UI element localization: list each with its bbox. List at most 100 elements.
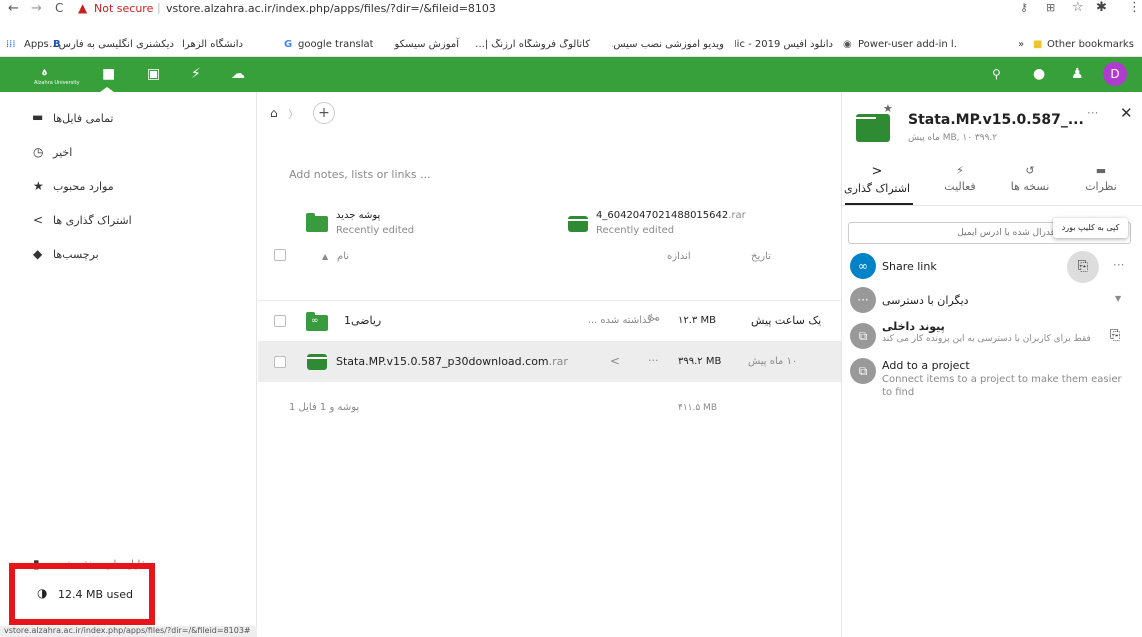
column-header-size[interactable]: اندازه (667, 251, 691, 262)
bookmark-dictionary[interactable]: دیکشنری انگلیسی به فارس... (49, 39, 174, 50)
url-field[interactable]: vstore.alzahra.ac.ir/index.php/apps/file… (166, 2, 496, 15)
file-name: ریاضی1 (344, 314, 382, 327)
new-button[interactable]: + (313, 102, 335, 124)
breadcrumb-chevron-icon: 〉 (288, 108, 299, 121)
url-divider: | (157, 1, 161, 14)
star-icon: ★ (33, 179, 44, 193)
archive-icon (307, 354, 327, 370)
pie-icon: ◑ (37, 586, 48, 600)
share-icon[interactable]: < (610, 354, 620, 368)
link-icon: ∞ (311, 316, 319, 326)
bookmark-cisco[interactable]: آموزش سیسکو (394, 39, 459, 50)
bookmark-translate[interactable]: google translate -... (298, 39, 373, 50)
close-icon[interactable]: ✕ (1120, 104, 1133, 122)
add-project-desc: Connect items to a project to make them … (882, 374, 1122, 398)
copy-icon[interactable]: ⎘ (1110, 328, 1120, 343)
activity-app-icon[interactable]: ⚡ (191, 66, 201, 82)
bookmark-office[interactable]: دانلود آفیس 2019 - Mic... (735, 39, 833, 50)
bookmark-video[interactable]: ویدیو آموزشی نصب سیس... (612, 39, 724, 50)
key-icon[interactable]: ⚷ (1020, 1, 1028, 14)
row-checkbox[interactable] (274, 356, 286, 368)
more-icon[interactable]: ··· (1113, 258, 1124, 272)
sidebar-title: Stata.MP.v15.0.587_... (908, 112, 1084, 128)
tab-activity[interactable]: ⚡ فعالیت (925, 164, 995, 193)
security-label[interactable]: Not secure (94, 2, 153, 15)
tab-label: نظرات (1085, 180, 1117, 193)
extension-icon[interactable]: ✱ (1096, 0, 1107, 15)
bookmark-power-user[interactable]: Power-user add-in l... (858, 39, 958, 50)
file-size: ۳۹۹.۲ MB (678, 356, 722, 367)
nav-item-tags[interactable]: ◆ برچسب‌ها (0, 238, 257, 272)
quota-highlight: ◑ 12.4 MB used (9, 563, 155, 625)
tab-comments[interactable]: ▬ نظرات (1066, 164, 1136, 193)
row-more-icon[interactable]: ··· (648, 313, 659, 326)
user-avatar[interactable]: D (1103, 62, 1127, 86)
nav-item-label: موارد محبوب (53, 180, 114, 193)
forward-button[interactable]: → (31, 1, 42, 16)
share-status[interactable]: گذاشته شده ... (550, 315, 652, 326)
select-all-checkbox[interactable] (274, 249, 286, 261)
google-icon: G (284, 39, 293, 50)
tag-icon: ◆ (33, 247, 43, 261)
column-header-name[interactable]: نام (337, 251, 349, 262)
others-access-label[interactable]: دیگران با دسترسی (882, 294, 969, 307)
globe-icon: ◉ (843, 39, 852, 50)
folder-icon (306, 213, 328, 232)
archive-icon (568, 216, 588, 232)
recent-item-sub: Recently edited (596, 225, 675, 236)
nav-item-label: برچسب‌ها (53, 248, 99, 261)
nav-item-shares[interactable]: < اشتراک گذاری ها (0, 204, 257, 238)
copy-clipboard-button[interactable]: ⎘ (1067, 251, 1099, 283)
archive-icon (856, 114, 890, 142)
nav-item-all-files[interactable]: ▬ تمامی فایل‌ها (0, 102, 257, 136)
table-row[interactable]: ∞ ریاضی1 گذاشته شده ... ⚯ ··· ۱۲.۳ MB یک… (258, 301, 841, 341)
logo[interactable]: ﮦ Alzahra University (34, 60, 80, 89)
bookmark-alzahra[interactable]: دانشگاه الزهرا (177, 39, 243, 50)
row-more-icon[interactable]: ··· (648, 354, 659, 367)
gallery-app-icon[interactable]: ▣ (147, 66, 160, 82)
file-modified: یک ساعت پیش (751, 314, 822, 327)
back-button[interactable]: ← (8, 1, 19, 16)
translate-icon[interactable]: ⊞ (1046, 1, 1055, 14)
nav-item-recent[interactable]: ◷ اخیر (0, 136, 257, 170)
bookmark-apps[interactable]: Apps (24, 39, 49, 50)
contacts-icon[interactable]: ♟ (1071, 66, 1084, 82)
menu-icon[interactable]: ⋮ (1128, 0, 1141, 15)
bookmark-catalog[interactable]: کاتالوگ فروشگاه ارزنگ |... (476, 39, 590, 50)
recent-item-archive[interactable]: 4_6042047021488015642.rar Recently edite… (568, 208, 808, 238)
tab-versions[interactable]: ↺ نسخه ها (995, 164, 1065, 193)
app-header: ﮦ Alzahra University ■ ▣ ⚡ ☁ ⚲ ● ♟ D (0, 57, 1142, 92)
apps-grid-icon[interactable]: ⁞⁞⁞ (6, 39, 16, 50)
file-modified: ۱۰ ماه پیش (748, 356, 798, 367)
add-project-title[interactable]: Add to a project (882, 359, 970, 372)
internal-link-icon: ⧉ (850, 323, 876, 349)
table-row[interactable]: Stata.MP.v15.0.587_p30download.com.rar <… (258, 342, 841, 382)
star-icon[interactable]: ☆ (1072, 0, 1084, 15)
other-bookmarks[interactable]: Other bookmarks (1047, 39, 1134, 50)
home-icon[interactable]: ⌂ (270, 106, 278, 120)
bookmarks-overflow[interactable]: » (1018, 39, 1024, 50)
internal-link-desc: فقط برای کاربران با دسترسی به این پرونده… (882, 334, 1091, 344)
logo-icon: ﮦ (42, 60, 48, 80)
history-icon: ↺ (1025, 164, 1035, 177)
notifications-icon[interactable]: ● (1033, 66, 1045, 82)
cloud-app-icon[interactable]: ☁ (231, 66, 245, 82)
files-app-icon[interactable]: ■ (102, 66, 115, 82)
reload-button[interactable]: C (55, 1, 63, 15)
column-header-modified[interactable]: تاریخ (751, 251, 771, 262)
recent-item-folder[interactable]: پوشه جدید Recently edited (306, 208, 506, 238)
row-checkbox[interactable] (274, 315, 286, 327)
share-link-icon: ∞ (850, 253, 876, 279)
tab-sharing[interactable]: < اشتراک گذاری (842, 164, 912, 195)
folder-icon: ■ (1033, 39, 1043, 50)
notes-field[interactable]: Add notes, lists or links ... (289, 168, 431, 181)
search-icon[interactable]: ⚲ (992, 67, 1001, 81)
chevron-down-icon[interactable]: ▼ (1115, 294, 1121, 303)
share-link-label[interactable]: Share link (882, 260, 937, 273)
files-summary-size: ۴۱۱.۵ MB (678, 403, 717, 413)
quota-label[interactable]: 12.4 MB used (58, 588, 133, 601)
favorite-star-icon[interactable]: ★ (883, 102, 893, 115)
nav-item-label: تمامی فایل‌ها (53, 112, 114, 125)
more-icon[interactable]: ··· (1087, 106, 1098, 120)
nav-item-favorites[interactable]: ★ موارد محبوب (0, 170, 257, 204)
